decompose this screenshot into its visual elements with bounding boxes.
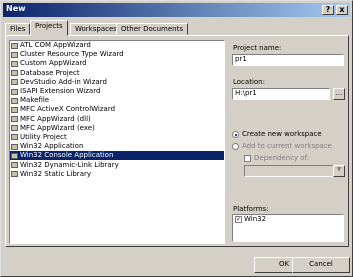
- list-item[interactable]: Database Project: [10, 69, 224, 78]
- list-item-label: MFC ActiveX ControlWizard: [20, 105, 116, 114]
- add-to-workspace-radio[interactable]: [232, 143, 239, 150]
- list-item[interactable]: Cluster Resource Type Wizard: [10, 50, 224, 59]
- list-item-label: Custom AppWizard: [20, 59, 87, 68]
- list-item-label: Win32 Dynamic-Link Library: [20, 160, 119, 169]
- list-item[interactable]: MFC AppWizard (dll): [10, 115, 224, 124]
- platform-win32-checkbox[interactable]: ✓: [235, 216, 242, 223]
- list-item[interactable]: Win32 Dynamic-Link Library: [10, 160, 224, 169]
- projects-panel: ATL COM AppWizard Cluster Resource Type W…: [5, 35, 349, 247]
- create-new-workspace-label: Create new workspace: [242, 130, 322, 138]
- browse-button[interactable]: ...: [333, 88, 345, 100]
- list-item[interactable]: ISAPI Extension Wizard: [10, 87, 224, 96]
- list-item[interactable]: ATL COM AppWizard: [10, 41, 224, 50]
- list-item-label: Cluster Resource Type Wizard: [20, 50, 124, 59]
- list-item[interactable]: DevStudio Add-in Wizard: [10, 78, 224, 87]
- platform-win32-label: Win32: [244, 215, 267, 223]
- list-item-label: Database Project: [20, 68, 80, 77]
- project-type-icon: [11, 88, 18, 95]
- list-item[interactable]: MFC ActiveX ControlWizard: [10, 105, 224, 114]
- project-name-input[interactable]: pr1: [232, 54, 344, 66]
- project-type-icon: [11, 97, 18, 104]
- list-item[interactable]: MFC AppWizard (exe): [10, 124, 224, 133]
- list-item-label: Win32 Console Application: [20, 151, 114, 160]
- project-type-icon: [11, 42, 18, 49]
- help-button[interactable]: ?: [322, 5, 334, 15]
- project-type-icon: [11, 143, 18, 150]
- title-bar[interactable]: New ? x: [3, 3, 350, 17]
- dependency-checkbox[interactable]: [244, 155, 251, 162]
- list-item-label: ISAPI Extension Wizard: [20, 87, 101, 96]
- list-item[interactable]: Win32 Console Application: [10, 151, 224, 161]
- project-type-icon: [11, 116, 18, 123]
- create-new-workspace-radio[interactable]: [232, 131, 239, 138]
- project-type-icon: [11, 106, 18, 113]
- platforms-label: Platforms:: [233, 205, 269, 213]
- dependency-label: Dependency of:: [254, 154, 310, 162]
- project-name-label: Project name:: [233, 44, 282, 52]
- location-input[interactable]: H:\pr1: [232, 88, 330, 100]
- window-title: New: [6, 4, 26, 13]
- project-type-list[interactable]: ATL COM AppWizard Cluster Resource Type W…: [9, 40, 225, 244]
- project-type-icon: [11, 51, 18, 58]
- list-item-label: Makefile: [20, 96, 50, 105]
- list-item-label: Win32 Static Library: [20, 169, 91, 178]
- list-item-label: DevStudio Add-in Wizard: [20, 77, 107, 86]
- project-type-icon: [11, 125, 18, 132]
- list-item[interactable]: Makefile: [10, 96, 224, 105]
- project-type-icon: [11, 171, 18, 178]
- tab-projects[interactable]: Projects: [30, 20, 68, 36]
- platforms-list[interactable]: ✓ Win32: [232, 214, 344, 242]
- project-type-icon: [11, 79, 18, 86]
- project-type-icon: [11, 152, 18, 159]
- cancel-button[interactable]: Cancel: [292, 257, 350, 273]
- tab-other-documents[interactable]: Other Documents: [116, 23, 189, 35]
- list-item[interactable]: Custom AppWizard: [10, 59, 224, 68]
- list-item-label: Utility Project: [20, 132, 67, 141]
- project-type-icon: [11, 70, 18, 77]
- project-type-icon: [11, 162, 18, 169]
- tab-workspaces[interactable]: Workspaces: [70, 23, 122, 35]
- list-item[interactable]: Win32 Static Library: [10, 170, 224, 179]
- list-item[interactable]: Win32 Application: [10, 142, 224, 151]
- dependency-chevron-down-icon[interactable]: ▼: [333, 165, 345, 177]
- project-type-icon: [11, 60, 18, 67]
- location-label: Location:: [233, 78, 265, 86]
- platform-item[interactable]: ✓ Win32: [235, 215, 343, 224]
- add-to-workspace-label: Add to current workspace: [242, 142, 332, 150]
- new-dialog: New ? x Files Projects Workspaces Other …: [0, 0, 353, 277]
- list-item-label: MFC AppWizard (exe): [20, 123, 95, 132]
- dependency-select[interactable]: [244, 165, 344, 177]
- close-button[interactable]: x: [336, 5, 348, 15]
- list-item-label: ATL COM AppWizard: [20, 41, 91, 50]
- list-item-label: Win32 Application: [20, 142, 84, 151]
- list-item[interactable]: Utility Project: [10, 133, 224, 142]
- tab-files[interactable]: Files: [5, 23, 31, 35]
- project-type-icon: [11, 134, 18, 141]
- list-item-label: MFC AppWizard (dll): [20, 114, 91, 123]
